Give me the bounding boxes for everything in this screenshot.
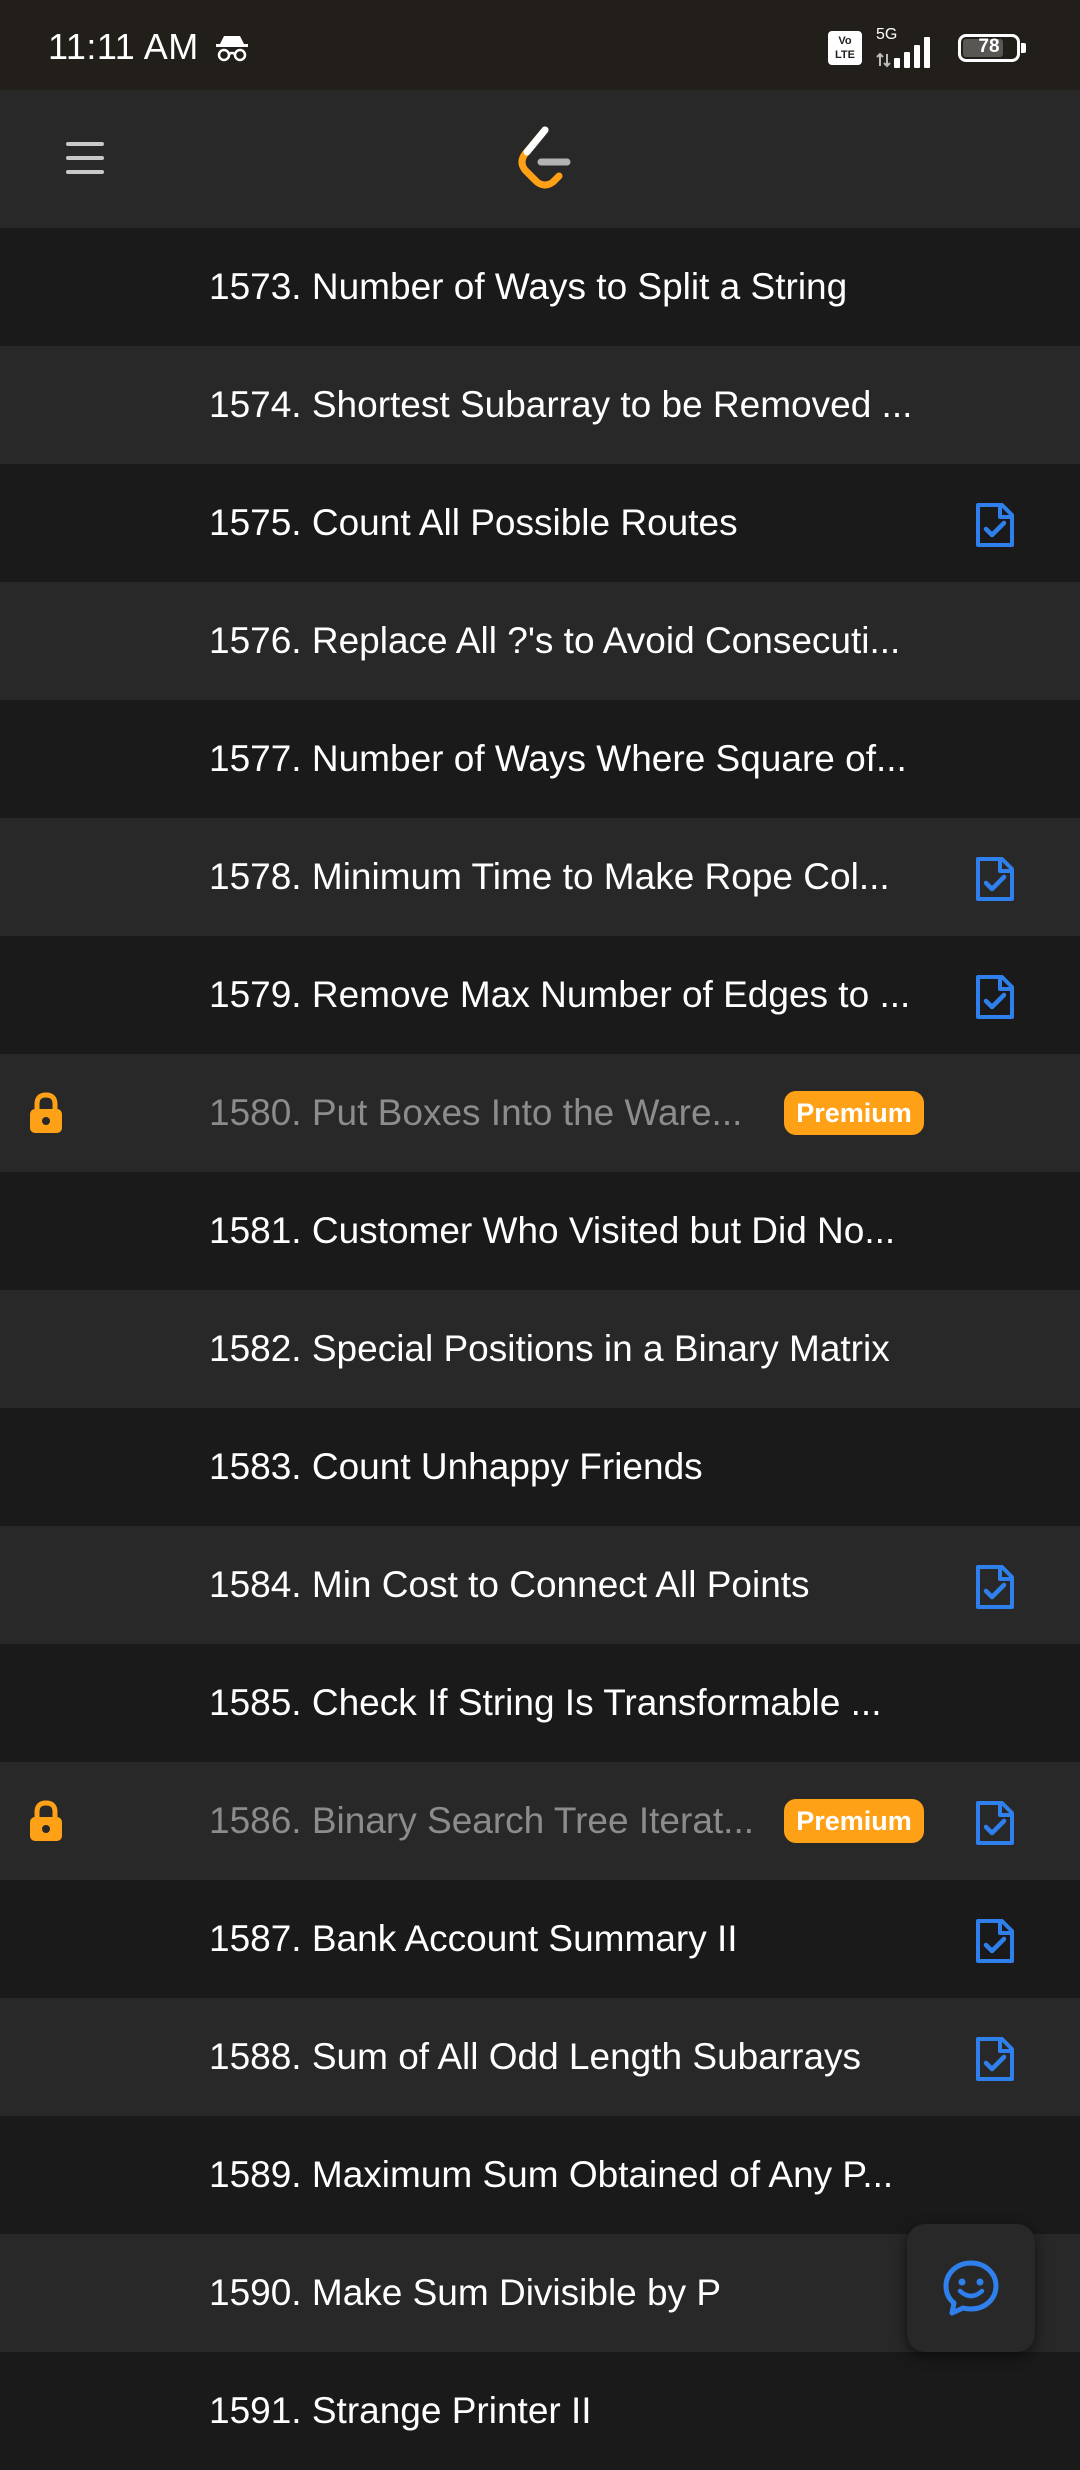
solved-icon: [976, 975, 1014, 1019]
status-icons: Vo LTE 5G 78: [828, 26, 1026, 68]
problem-row[interactable]: 1574. Shortest Subarray to be Removed ..…: [0, 346, 1080, 464]
problem-row[interactable]: 1582. Special Positions in a Binary Matr…: [0, 1290, 1080, 1408]
problem-row[interactable]: 1591. Strange Printer II: [0, 2352, 1080, 2470]
premium-badge: Premium: [784, 1799, 924, 1843]
solved-icon: [976, 1919, 1014, 1963]
solved-icon: [976, 2037, 1014, 2081]
problem-title: 1591. Strange Printer II: [209, 2390, 592, 2431]
premium-badge: Premium: [784, 1091, 924, 1135]
menu-icon[interactable]: [64, 136, 108, 180]
problem-row[interactable]: 1589. Maximum Sum Obtained of Any P...: [0, 2116, 1080, 2234]
problem-row[interactable]: 1579. Remove Max Number of Edges to ...: [0, 936, 1080, 1054]
problem-row[interactable]: 1585. Check If String Is Transformable .…: [0, 1644, 1080, 1762]
battery-percent: 78: [978, 36, 1000, 57]
problem-title: 1580. Put Boxes Into the Ware...: [209, 1092, 743, 1133]
problem-title: 1582. Special Positions in a Binary Matr…: [209, 1328, 890, 1369]
signal-icon: 5G: [874, 26, 940, 68]
problem-title: 1590. Make Sum Divisible by P: [209, 2272, 722, 2313]
problem-row[interactable]: 1588. Sum of All Odd Length Subarrays: [0, 1998, 1080, 2116]
problem-row[interactable]: 1573. Number of Ways to Split a String: [0, 228, 1080, 346]
problem-row[interactable]: 1580. Put Boxes Into the Ware... Premium: [0, 1054, 1080, 1172]
incognito-icon: [216, 36, 248, 62]
volte-icon: Vo LTE: [828, 31, 862, 65]
solved-icon: [976, 503, 1014, 547]
problem-title: 1573. Number of Ways to Split a String: [209, 266, 848, 307]
problem-title: 1578. Minimum Time to Make Rope Col...: [209, 856, 890, 897]
problem-title: 1587. Bank Account Summary II: [209, 1918, 738, 1959]
problem-row[interactable]: 1581. Customer Who Visited but Did No...: [0, 1172, 1080, 1290]
problem-title: 1588. Sum of All Odd Length Subarrays: [209, 2036, 862, 2077]
problem-title: 1586. Binary Search Tree Iterat...: [209, 1800, 755, 1841]
problem-title: 1585. Check If String Is Transformable .…: [209, 1682, 882, 1723]
problem-row[interactable]: 1587. Bank Account Summary II: [0, 1880, 1080, 1998]
battery-icon: 78: [958, 34, 1026, 62]
problem-title: 1577. Number of Ways Where Square of...: [209, 738, 907, 779]
problem-row[interactable]: 1583. Count Unhappy Friends: [0, 1408, 1080, 1526]
problem-title: 1574. Shortest Subarray to be Removed ..…: [209, 384, 913, 425]
problem-title: 1575. Count All Possible Routes: [209, 502, 738, 543]
problem-row[interactable]: 1584. Min Cost to Connect All Points: [0, 1526, 1080, 1644]
chat-smile-icon: [943, 2260, 999, 2316]
problem-list: 1573. Number of Ways to Split a String 15…: [0, 228, 1080, 2470]
problem-title: 1583. Count Unhappy Friends: [209, 1446, 703, 1487]
problem-title: 1589. Maximum Sum Obtained of Any P...: [209, 2154, 894, 2195]
leetcode-logo-icon[interactable]: [515, 126, 575, 192]
problem-title: 1576. Replace All ?'s to Avoid Consecuti…: [209, 620, 901, 661]
problem-title: 1584. Min Cost to Connect All Points: [209, 1564, 810, 1605]
problem-title: 1579. Remove Max Number of Edges to ...: [209, 974, 911, 1015]
app-bar: [0, 90, 1080, 228]
problem-row[interactable]: 1577. Number of Ways Where Square of...: [0, 700, 1080, 818]
solved-icon: [976, 857, 1014, 901]
problem-row[interactable]: 1586. Binary Search Tree Iterat... Premiu…: [0, 1762, 1080, 1880]
problem-row[interactable]: 1576. Replace All ?'s to Avoid Consecuti…: [0, 582, 1080, 700]
status-bar: 11:11 AM Vo LTE 5G 78: [0, 0, 1080, 90]
solved-icon: [976, 1565, 1014, 1609]
feedback-chat-button[interactable]: [907, 2224, 1035, 2352]
lock-icon: [30, 1800, 62, 1841]
problem-row[interactable]: 1575. Count All Possible Routes: [0, 464, 1080, 582]
solved-icon: [976, 1801, 1014, 1845]
problem-row[interactable]: 1578. Minimum Time to Make Rope Col...: [0, 818, 1080, 936]
lock-icon: [30, 1092, 62, 1133]
problem-title: 1581. Customer Who Visited but Did No...: [209, 1210, 896, 1251]
status-time: 11:11 AM: [48, 26, 199, 67]
